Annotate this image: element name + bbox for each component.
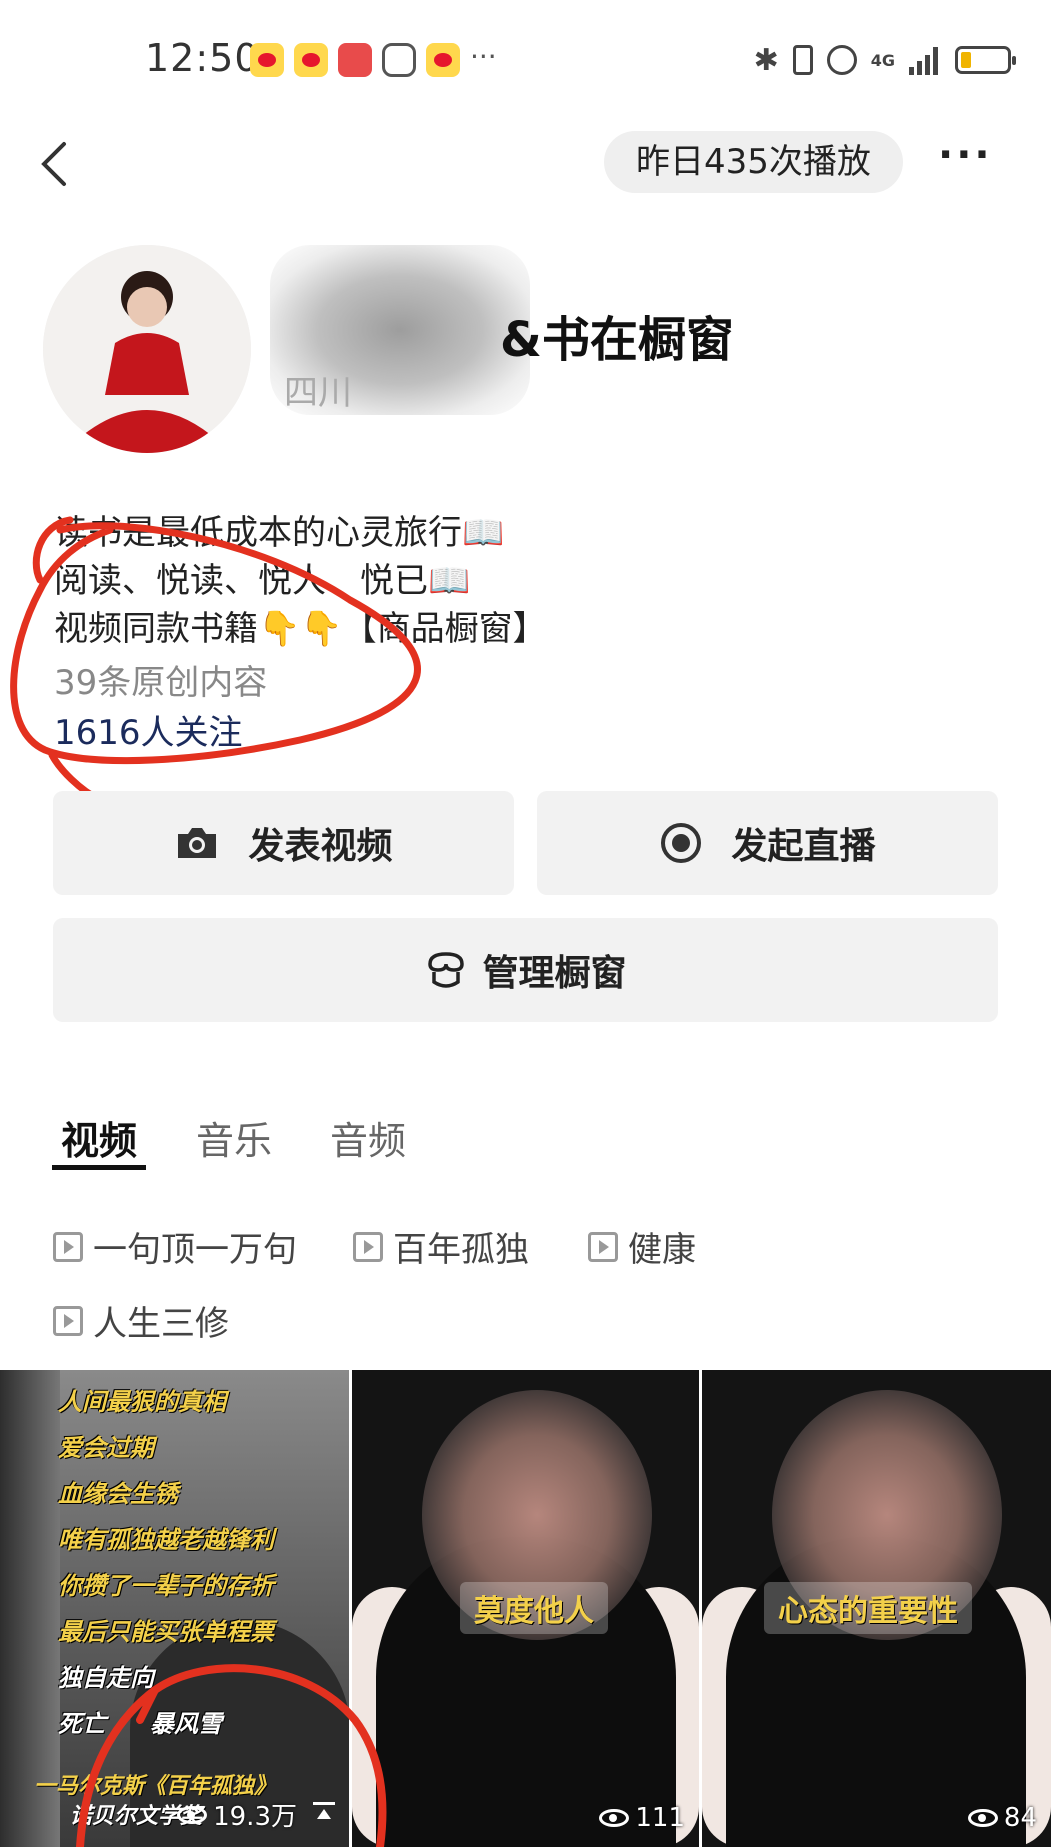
avatar[interactable] — [43, 245, 251, 453]
publish-video-label: 发表视频 — [248, 826, 393, 867]
tab-music[interactable]: 音乐 — [196, 1110, 272, 1165]
play-list-icon — [353, 1231, 383, 1262]
camera-icon — [178, 828, 217, 858]
eye-icon — [599, 1809, 630, 1827]
collection-label: 百年孤独 — [393, 1230, 529, 1270]
yesterday-plays-badge[interactable]: 昨日435次播放 — [604, 131, 903, 193]
bluetooth-icon: ✱ — [753, 42, 779, 78]
notification-more-icon: ··· — [470, 40, 497, 73]
weibo-icon — [250, 43, 284, 77]
hexagon-icon — [382, 43, 416, 77]
collection-chip[interactable]: 人生三修 — [53, 1296, 229, 1345]
thumbnail-text-line: 爱会过期 — [58, 1434, 154, 1462]
collection-chip[interactable]: 一句顶一万句 — [53, 1222, 297, 1271]
collection-label: 人生三修 — [93, 1304, 229, 1344]
more-menu-icon[interactable]: ··· — [938, 132, 993, 178]
network-type: 4G — [870, 50, 895, 70]
profile-location: 四川 — [284, 373, 352, 413]
thumbnail-caption: 莫度他人 — [460, 1582, 608, 1634]
profile-name: &书在橱窗 — [500, 312, 734, 368]
play-list-icon — [53, 1231, 83, 1262]
huawei-icon — [338, 43, 372, 77]
publish-video-button[interactable]: 发表视频 — [53, 791, 514, 895]
manage-shop-label: 管理橱窗 — [482, 953, 627, 994]
active-tab-indicator — [52, 1165, 146, 1170]
tab-video[interactable]: 视频 — [61, 1110, 137, 1165]
thumbnail-text-line: 人间最狠的真相 — [58, 1388, 226, 1416]
weibo-icon — [426, 43, 460, 77]
battery-icon — [955, 46, 1016, 74]
shop-window-icon — [428, 952, 465, 988]
video-thumbnail[interactable]: 心态的重要性 84 — [702, 1370, 1051, 1847]
start-live-label: 发起直播 — [731, 826, 876, 867]
status-right: ✱ 4G — [753, 40, 1016, 80]
thumbnail-text-line: 最后只能买张单程票 — [58, 1618, 274, 1646]
back-arrow-icon[interactable] — [36, 140, 76, 188]
collection-chip[interactable]: 百年孤独 — [353, 1222, 529, 1271]
thumbnail-text-line: 唯有孤独越老越锋利 — [58, 1526, 274, 1554]
start-live-button[interactable]: 发起直播 — [537, 791, 998, 895]
hand-drawn-circle-annotation — [10, 516, 421, 804]
hotspot-icon — [826, 45, 857, 75]
collection-label: 一句顶一万句 — [93, 1230, 297, 1270]
manage-shop-button[interactable]: 管理橱窗 — [53, 918, 998, 1022]
view-count-value: 111 — [635, 1803, 685, 1833]
vibrate-icon — [792, 45, 813, 75]
view-count-value: 84 — [1003, 1803, 1037, 1833]
collection-label: 健康 — [628, 1230, 696, 1270]
signal-icon — [909, 45, 941, 75]
eye-icon — [967, 1809, 998, 1827]
thumbnail-text-line: 你攒了一辈子的存折 — [58, 1572, 274, 1600]
view-count: 84 — [967, 1803, 1037, 1833]
play-list-icon — [588, 1231, 618, 1262]
thumbnail-text-line: 血缘会生锈 — [58, 1480, 178, 1508]
collection-chip[interactable]: 健康 — [588, 1222, 696, 1271]
status-time: 12:50 — [145, 36, 260, 80]
play-list-icon — [53, 1305, 83, 1336]
hand-drawn-circle-annotation — [76, 1664, 387, 1847]
tab-audio[interactable]: 音频 — [330, 1110, 406, 1165]
view-count: 111 — [599, 1803, 685, 1833]
live-record-icon — [661, 823, 702, 863]
thumbnail-caption: 心态的重要性 — [764, 1582, 972, 1634]
weibo-icon — [294, 43, 328, 77]
